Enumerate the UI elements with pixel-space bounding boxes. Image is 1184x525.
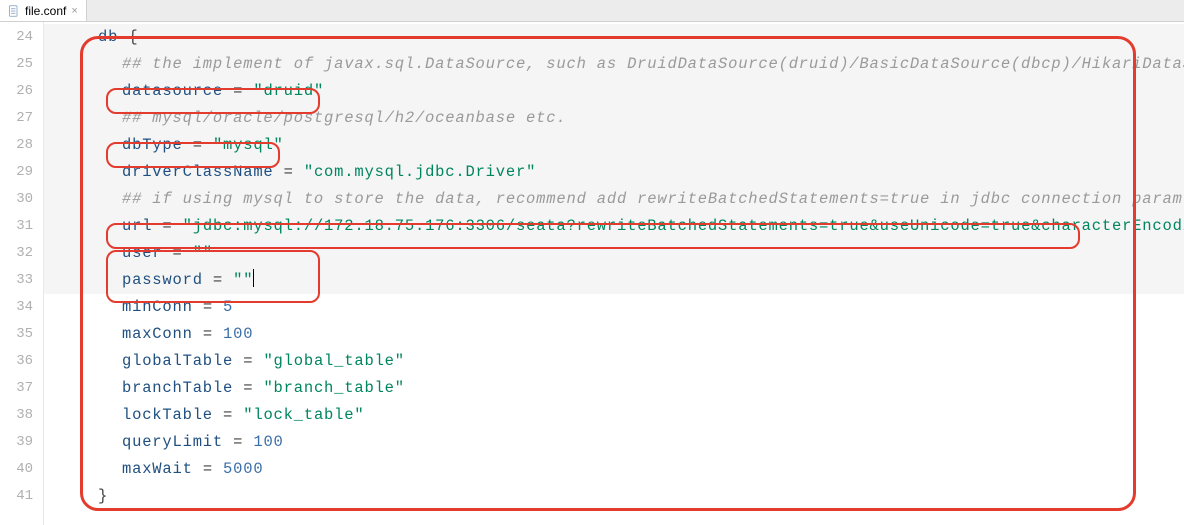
line-number: 41 [0, 483, 43, 510]
line-number: 37 [0, 375, 43, 402]
tab-filename: file.conf [25, 4, 66, 18]
code-line[interactable]: dbType = "mysql" [44, 132, 1184, 159]
line-number: 31 [0, 213, 43, 240]
line-number: 27 [0, 105, 43, 132]
code-line[interactable]: datasource = "druid" [44, 78, 1184, 105]
code-line[interactable]: ## if using mysql to store the data, rec… [44, 186, 1184, 213]
code-line[interactable]: user = "" [44, 240, 1184, 267]
line-number: 29 [0, 159, 43, 186]
line-number: 38 [0, 402, 43, 429]
file-icon [8, 5, 20, 17]
code-line[interactable]: ## the implement of javax.sql.DataSource… [44, 51, 1184, 78]
line-number: 35 [0, 321, 43, 348]
code-line[interactable]: maxWait = 5000 [44, 456, 1184, 483]
code-line[interactable]: driverClassName = "com.mysql.jdbc.Driver… [44, 159, 1184, 186]
line-number: 39 [0, 429, 43, 456]
line-number: 24 [0, 24, 43, 51]
editor-tabbar: file.conf × [0, 0, 1184, 22]
ide-frame: file.conf × 2425262728293031323334353637… [0, 0, 1184, 525]
line-number: 26 [0, 78, 43, 105]
code-line[interactable]: ## mysql/oracle/postgresql/h2/oceanbase … [44, 105, 1184, 132]
line-number-gutter: 242526272829303132333435363738394041 [0, 22, 44, 525]
line-number: 36 [0, 348, 43, 375]
editor-tab-file-conf[interactable]: file.conf × [0, 0, 87, 21]
line-number: 25 [0, 51, 43, 78]
code-line[interactable]: globalTable = "global_table" [44, 348, 1184, 375]
line-number: 33 [0, 267, 43, 294]
code-content[interactable]: ✔4 db {## the implement of javax.sql.Dat… [44, 22, 1184, 525]
code-line[interactable]: lockTable = "lock_table" [44, 402, 1184, 429]
code-line[interactable]: } [44, 483, 1184, 510]
code-line[interactable]: queryLimit = 100 [44, 429, 1184, 456]
code-line[interactable]: db { [44, 24, 1184, 51]
code-line[interactable]: branchTable = "branch_table" [44, 375, 1184, 402]
line-number: 32 [0, 240, 43, 267]
close-icon[interactable]: × [71, 5, 77, 17]
line-number: 34 [0, 294, 43, 321]
editor[interactable]: 242526272829303132333435363738394041 ✔4 … [0, 22, 1184, 525]
code-line[interactable]: minConn = 5 [44, 294, 1184, 321]
code-line[interactable]: maxConn = 100 [44, 321, 1184, 348]
line-number: 40 [0, 456, 43, 483]
line-number: 30 [0, 186, 43, 213]
line-number: 28 [0, 132, 43, 159]
editor-area: file.conf × 2425262728293031323334353637… [0, 0, 1184, 525]
code-line[interactable]: password = "" [44, 267, 1184, 294]
code-line[interactable]: url = "jdbc:mysql://172.18.75.176:3306/s… [44, 213, 1184, 240]
